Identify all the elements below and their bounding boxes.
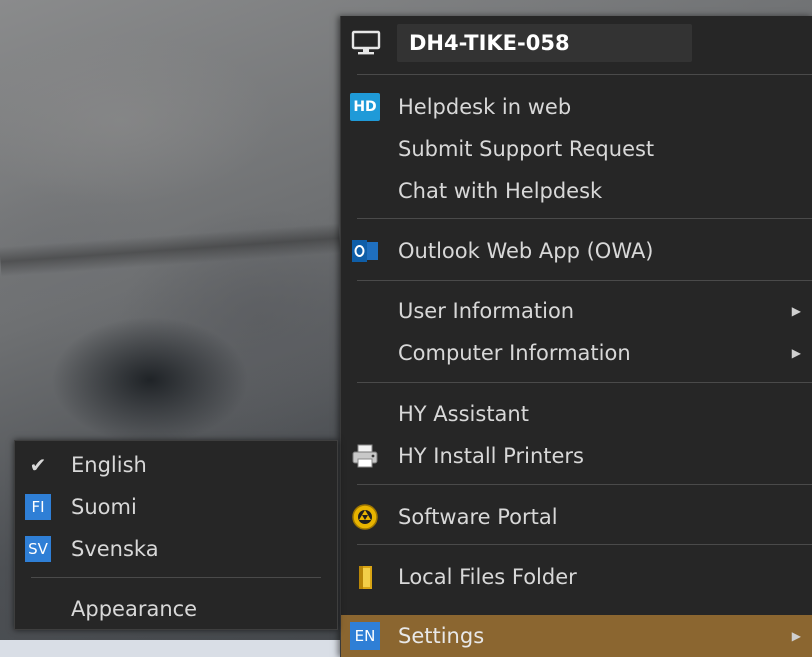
menu-item-label: User Information (398, 299, 575, 323)
language-option-english[interactable]: ✔ English (15, 444, 337, 486)
printer-icon (350, 442, 380, 470)
monitor-icon (351, 30, 381, 56)
menu-item-hy-install-printers[interactable]: HY Install Printers (341, 435, 812, 477)
menu-separator (357, 74, 812, 75)
submenu-arrow-icon: ▶ (791, 629, 801, 643)
submenu-item-label: Appearance (71, 597, 198, 621)
menu-separator (357, 218, 812, 219)
language-label: English (71, 453, 147, 477)
folder-icon (350, 563, 380, 591)
language-label: Svenska (71, 537, 159, 561)
software-portal-icon (350, 503, 380, 531)
menu-item-hy-assistant[interactable]: HY Assistant (341, 393, 812, 435)
menu-item-label: HY Install Printers (398, 444, 584, 468)
menu-item-helpdesk-web[interactable]: HD Helpdesk in web (341, 86, 812, 128)
menu-item-software-portal[interactable]: Software Portal (341, 496, 812, 538)
menu-item-label: Settings (398, 624, 485, 648)
submenu-arrow-icon: ▶ (791, 304, 801, 318)
menu-item-submit-request[interactable]: Submit Support Request (341, 128, 812, 170)
menu-item-label: Helpdesk in web (398, 95, 572, 119)
menu-item-settings[interactable]: EN Settings ▶ (341, 615, 812, 657)
settings-submenu: ✔ English FI Suomi SV Svenska Appearance (14, 440, 338, 630)
menu-separator (357, 484, 812, 485)
menu-item-label: Computer Information (398, 341, 631, 365)
submenu-separator (31, 577, 321, 578)
menu-item-user-information[interactable]: User Information ▶ (341, 290, 812, 332)
submenu-arrow-icon: ▶ (791, 346, 801, 360)
menu-separator (357, 544, 812, 545)
outlook-icon (350, 237, 380, 265)
menu-item-label: Chat with Helpdesk (398, 179, 603, 203)
language-label: Suomi (71, 495, 137, 519)
menu-separator (357, 280, 812, 281)
menu-item-label: Local Files Folder (398, 565, 577, 589)
language-en-icon: EN (350, 622, 380, 650)
computer-name: DH4-TIKE-058 (397, 24, 692, 62)
menu-item-local-files-folder[interactable]: Local Files Folder (341, 556, 812, 598)
language-fi-icon: FI (25, 494, 51, 520)
menu-item-label: Outlook Web App (OWA) (398, 239, 654, 263)
menu-item-owa[interactable]: Outlook Web App (OWA) (341, 230, 812, 272)
menu-item-chat-helpdesk[interactable]: Chat with Helpdesk (341, 170, 812, 212)
helpdesk-icon: HD (350, 93, 380, 121)
submenu-item-appearance[interactable]: Appearance (15, 588, 337, 630)
language-option-svenska[interactable]: SV Svenska (15, 528, 337, 570)
tray-context-menu: DH4-TIKE-058 HD Helpdesk in web Submit S… (340, 16, 812, 657)
computer-name-header: DH4-TIKE-058 (341, 16, 812, 70)
language-sv-icon: SV (25, 536, 51, 562)
language-option-suomi[interactable]: FI Suomi (15, 486, 337, 528)
checkmark-icon: ✔ (29, 453, 47, 477)
menu-item-computer-information[interactable]: Computer Information ▶ (341, 332, 812, 374)
menu-separator (357, 382, 812, 383)
menu-item-label: HY Assistant (398, 402, 529, 426)
menu-item-label: Submit Support Request (398, 137, 655, 161)
menu-item-label: Software Portal (398, 505, 558, 529)
